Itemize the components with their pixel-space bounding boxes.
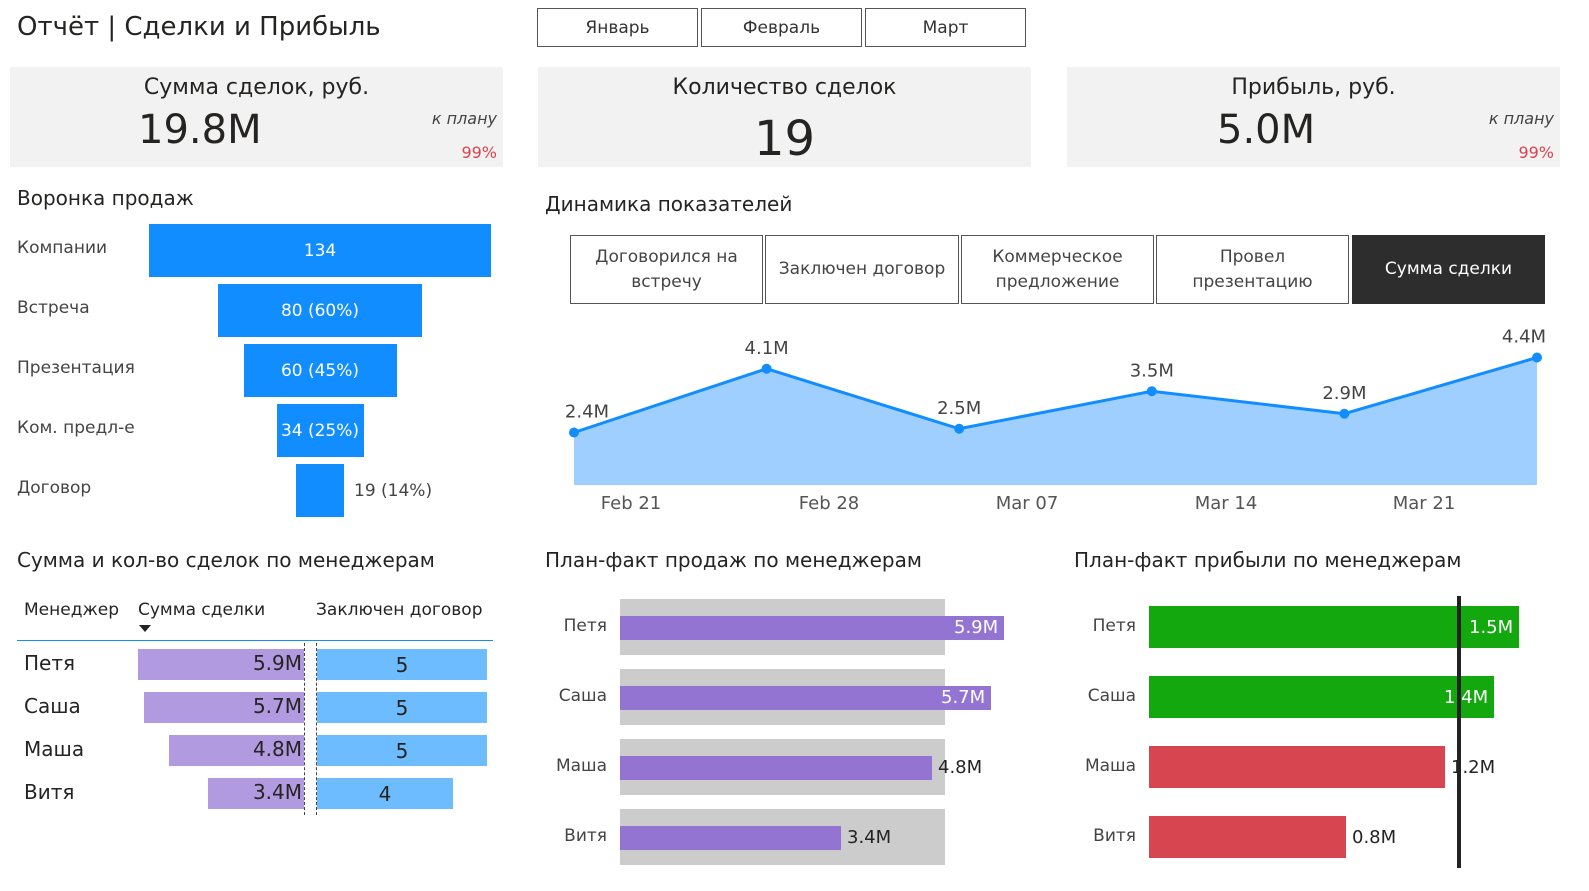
funnel-bar[interactable]: 60 (45%) bbox=[243, 344, 397, 397]
card-profit: Прибыль, руб. 5.0M к плану 99% bbox=[1067, 67, 1560, 167]
funnel-stage-label: Презентация bbox=[17, 358, 135, 378]
managers-table-title: Сумма и кол-во сделок по менеджерам bbox=[17, 548, 435, 572]
slicer-february[interactable]: Февраль bbox=[701, 8, 862, 47]
column-header-deal-sum[interactable]: Сумма сделки bbox=[138, 600, 265, 620]
card-title: Сумма сделок, руб. bbox=[143, 75, 370, 100]
sum-value: 5.9M bbox=[252, 651, 302, 675]
fact-bar[interactable] bbox=[620, 616, 1004, 640]
funnel-bar[interactable]: 134 bbox=[149, 224, 491, 277]
manager-name: Витя bbox=[564, 826, 607, 846]
manager-name: Саша bbox=[1087, 686, 1136, 706]
funnel-bar[interactable]: 34 (25%) bbox=[276, 404, 364, 457]
card-value: 19 bbox=[753, 111, 816, 167]
manager-name: Маша bbox=[24, 737, 85, 761]
contracts-bar[interactable]: 5 bbox=[317, 649, 487, 680]
plan-fact-profit-title: План-факт прибыли по менеджерам bbox=[1074, 548, 1462, 572]
area-fill bbox=[574, 357, 1537, 485]
card-deal-sum: Сумма сделок, руб. 19.8M к плану 99% bbox=[10, 67, 503, 167]
plan-label: к плану bbox=[431, 109, 497, 128]
data-point[interactable] bbox=[569, 427, 579, 438]
plan-label: к плану bbox=[1488, 109, 1554, 128]
fact-value: 5.9M bbox=[954, 617, 999, 638]
tab-contract-signed[interactable]: Заключен договор bbox=[765, 235, 959, 304]
x-tick-label: Mar 21 bbox=[1393, 493, 1456, 514]
profit-bar[interactable] bbox=[1149, 746, 1445, 788]
manager-name: Саша bbox=[558, 686, 607, 706]
card-value: 5.0M bbox=[1217, 107, 1316, 153]
x-tick-label: Mar 07 bbox=[996, 493, 1059, 514]
data-point[interactable] bbox=[761, 363, 772, 374]
column-divider bbox=[304, 643, 305, 815]
column-header-manager[interactable]: Менеджер bbox=[24, 600, 119, 620]
manager-name: Маша bbox=[1084, 756, 1136, 776]
profit-value: 1.5M bbox=[1469, 617, 1514, 638]
header-divider bbox=[17, 640, 493, 641]
x-tick-label: Feb 21 bbox=[601, 493, 662, 514]
profit-bar[interactable] bbox=[1149, 606, 1519, 648]
funnel-stage-label: Компании bbox=[17, 238, 108, 258]
fact-value: 3.4M bbox=[847, 827, 892, 848]
tab-presentation[interactable]: Провел презентацию bbox=[1156, 235, 1349, 304]
data-label: 4.4M bbox=[1502, 327, 1546, 348]
sum-value: 3.4M bbox=[252, 780, 302, 804]
data-point[interactable] bbox=[1339, 408, 1350, 419]
fact-bar[interactable] bbox=[620, 686, 991, 710]
page-title: Отчёт | Сделки и Прибыль bbox=[17, 12, 381, 42]
profit-bar[interactable] bbox=[1149, 676, 1494, 718]
column-header-contracts[interactable]: Заключен договор bbox=[316, 600, 482, 620]
target-line bbox=[1457, 596, 1461, 868]
funnel-title: Воронка продаж bbox=[17, 186, 194, 210]
plan-fact-sales-title: План-факт продаж по менеджерам bbox=[545, 548, 922, 572]
card-title: Прибыль, руб. bbox=[1231, 75, 1396, 100]
tab-deal-sum[interactable]: Сумма сделки bbox=[1352, 235, 1545, 304]
slicer-march[interactable]: Март bbox=[865, 8, 1026, 47]
fact-value: 5.7M bbox=[941, 687, 986, 708]
funnel-bar-label: 19 (14%) bbox=[354, 481, 433, 501]
fact-bar[interactable] bbox=[620, 756, 932, 780]
data-label: 4.1M bbox=[745, 338, 789, 359]
tab-meeting-agreed[interactable]: Договорился на встречу bbox=[570, 235, 763, 304]
manager-name: Петя bbox=[563, 616, 607, 636]
contracts-bar[interactable]: 5 bbox=[317, 692, 487, 723]
data-point[interactable] bbox=[1146, 386, 1157, 397]
profit-bar[interactable] bbox=[1149, 816, 1346, 858]
x-tick-label: Feb 28 bbox=[799, 493, 860, 514]
data-label: 2.5M bbox=[937, 398, 981, 419]
data-point[interactable] bbox=[1532, 352, 1542, 363]
profit-value: 1.4M bbox=[1444, 687, 1489, 708]
x-tick-label: Mar 14 bbox=[1195, 493, 1258, 514]
sum-value: 5.7M bbox=[252, 694, 302, 718]
card-deal-count: Количество сделок 19 bbox=[538, 67, 1031, 167]
data-point[interactable] bbox=[954, 423, 965, 434]
manager-name: Петя bbox=[1092, 616, 1136, 636]
plan-percent: 99% bbox=[1518, 143, 1554, 162]
slicer-january[interactable]: Январь bbox=[537, 8, 698, 47]
funnel-bar[interactable]: 80 (60%) bbox=[218, 284, 422, 337]
profit-value: 0.8M bbox=[1352, 827, 1397, 848]
card-value: 19.8M bbox=[138, 107, 262, 153]
sort-desc-icon[interactable] bbox=[139, 625, 151, 632]
tab-commercial-offer[interactable]: Коммерческое предложение bbox=[961, 235, 1154, 304]
manager-name: Маша bbox=[555, 756, 607, 776]
funnel-bar[interactable] bbox=[296, 464, 344, 517]
funnel-stage-label: Встреча bbox=[17, 298, 90, 318]
sum-value: 4.8M bbox=[252, 737, 302, 761]
manager-name: Петя bbox=[24, 651, 76, 675]
dynamics-title: Динамика показателей bbox=[545, 192, 793, 216]
card-title: Количество сделок bbox=[672, 75, 897, 100]
data-label: 2.9M bbox=[1322, 383, 1366, 404]
fact-value: 4.8M bbox=[938, 757, 983, 778]
plan-percent: 99% bbox=[461, 143, 497, 162]
contracts-bar[interactable]: 5 bbox=[317, 735, 487, 766]
data-label: 3.5M bbox=[1130, 360, 1174, 381]
contracts-bar[interactable]: 4 bbox=[317, 778, 453, 809]
data-label: 2.4M bbox=[565, 402, 609, 423]
fact-bar[interactable] bbox=[620, 826, 841, 850]
manager-name: Саша bbox=[24, 694, 81, 718]
dynamics-area-chart: 2.4M 4.1M 2.5M 3.5M 2.9M 4.4M Feb 21 Feb 28 Mar … bbox=[565, 327, 1546, 515]
manager-name: Витя bbox=[1093, 826, 1136, 846]
funnel-stage-label: Договор bbox=[17, 478, 92, 498]
funnel-stage-label: Ком. предл-е bbox=[17, 418, 135, 438]
manager-name: Витя bbox=[24, 780, 75, 804]
